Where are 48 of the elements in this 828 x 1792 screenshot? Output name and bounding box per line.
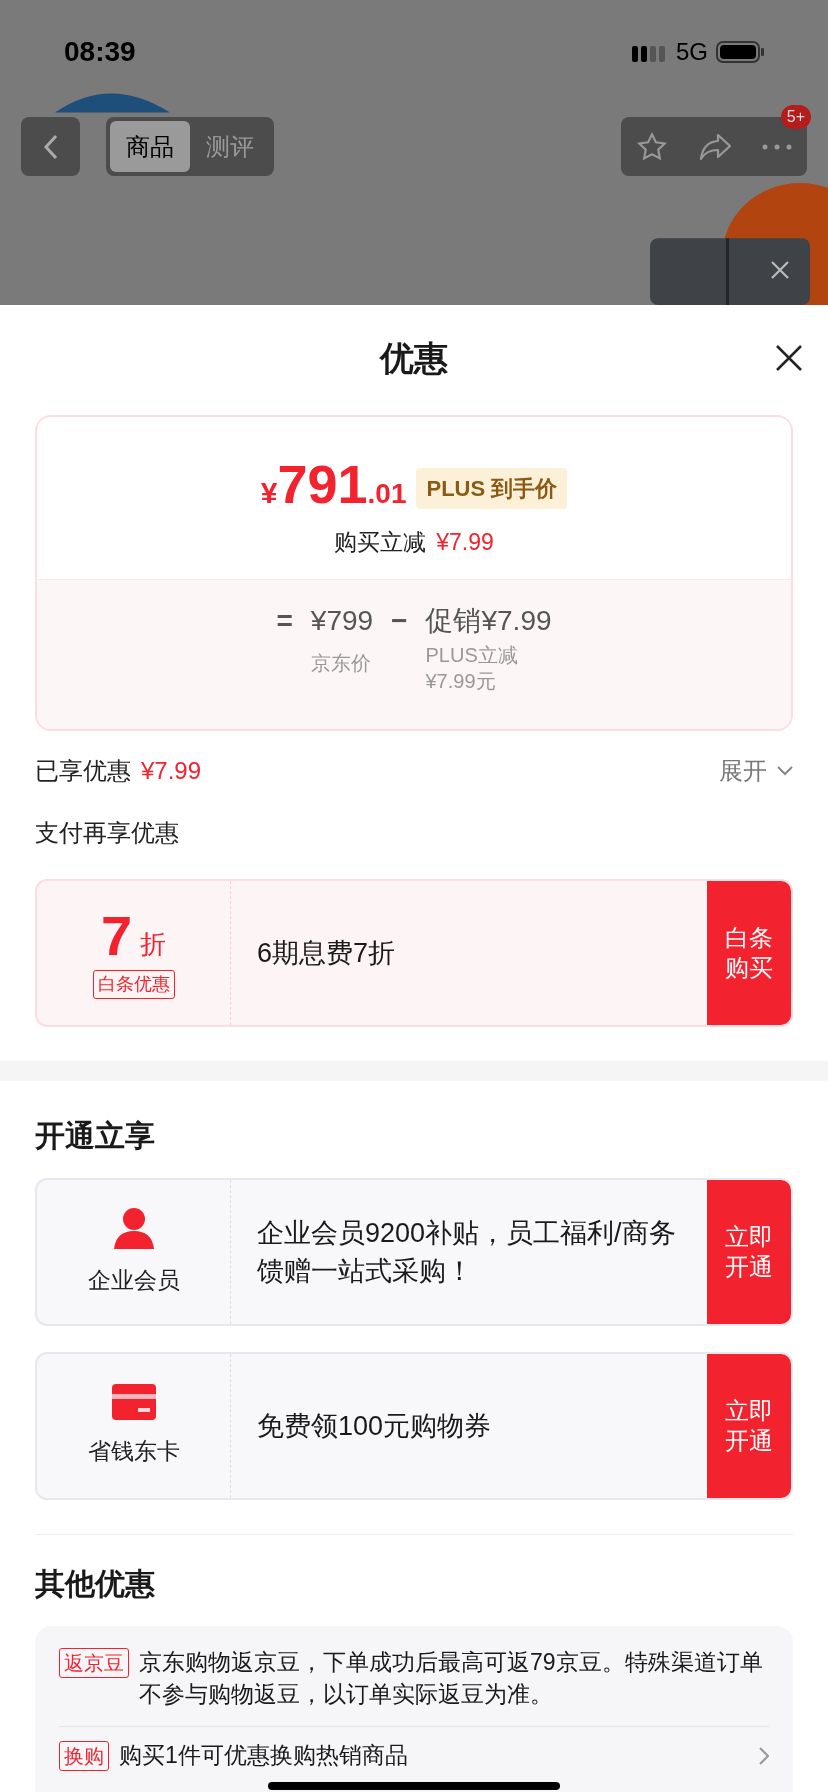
expand-button[interactable]: 展开	[719, 753, 793, 789]
activate-button[interactable]: 立即开通	[707, 1354, 791, 1498]
tab[interactable]: 测评	[190, 121, 270, 172]
promo-label: ¥7.99元	[425, 669, 497, 694]
membership-description: 免费领100元购物券	[256, 1410, 493, 1443]
section-title: 其他优惠	[35, 1566, 156, 1602]
equals-sign: =	[276, 604, 293, 638]
plus-price-tag: PLUS 到手价	[416, 468, 568, 509]
enjoyed-amount: ¥7.99	[141, 756, 202, 786]
discount-value: 7	[100, 907, 133, 964]
back-button[interactable]	[21, 117, 80, 176]
sheet-title: 优惠	[380, 337, 448, 379]
status-time: 08:39	[64, 35, 136, 69]
reduce-amount: ¥7.99	[436, 528, 494, 557]
membership-description: 企业会员9200补贴，员工福利/商务馈赠一站式采购！	[256, 1217, 677, 1288]
more-icon[interactable]	[762, 142, 792, 151]
offer-tag: 返京豆	[59, 1648, 129, 1678]
network-label: 5G	[676, 37, 708, 67]
chevron-down-icon	[777, 766, 793, 776]
membership-name: 省钱东卡	[87, 1436, 180, 1466]
offer-tag: 白条优惠	[92, 969, 175, 999]
membership-name: 企业会员	[87, 1265, 180, 1295]
discount-unit: 折	[140, 927, 167, 961]
person-icon	[111, 1206, 156, 1249]
offer-description: 6期息费7折	[256, 936, 397, 970]
card-icon	[111, 1383, 156, 1420]
star-icon[interactable]	[636, 130, 668, 163]
section-title: 开通立享	[35, 1118, 156, 1154]
offer-text: 购买1件可优惠换购热销商品	[119, 1741, 409, 1770]
enjoyed-label: 已享优惠	[35, 756, 131, 786]
chevron-right-icon[interactable]	[759, 1747, 769, 1765]
action-button[interactable]: 白条购买	[707, 881, 791, 1025]
final-price: ¥791.01	[260, 457, 407, 511]
back-icon	[42, 132, 59, 161]
promo-amount: 促销¥7.99	[425, 604, 552, 638]
close-icon[interactable]	[774, 343, 804, 373]
base-price-label: 京东价	[310, 651, 372, 676]
tab[interactable]: 商品	[110, 121, 190, 172]
minus-sign: −	[391, 604, 408, 638]
share-icon[interactable]	[698, 131, 732, 162]
activate-button[interactable]: 立即开通	[707, 1180, 791, 1324]
offer-tag: 换购	[59, 1741, 109, 1771]
promo-label: PLUS立减	[425, 643, 519, 668]
base-price: ¥799	[310, 604, 374, 638]
section-title: 支付再享优惠	[35, 818, 180, 848]
reduce-label: 购买立减	[334, 528, 427, 557]
offer-text: 京东购物返京豆，下单成功后最高可返79京豆。特殊渠道订单不参与购物返豆，以订单实际返豆为准。	[139, 1648, 764, 1709]
battery-icon	[716, 40, 764, 64]
